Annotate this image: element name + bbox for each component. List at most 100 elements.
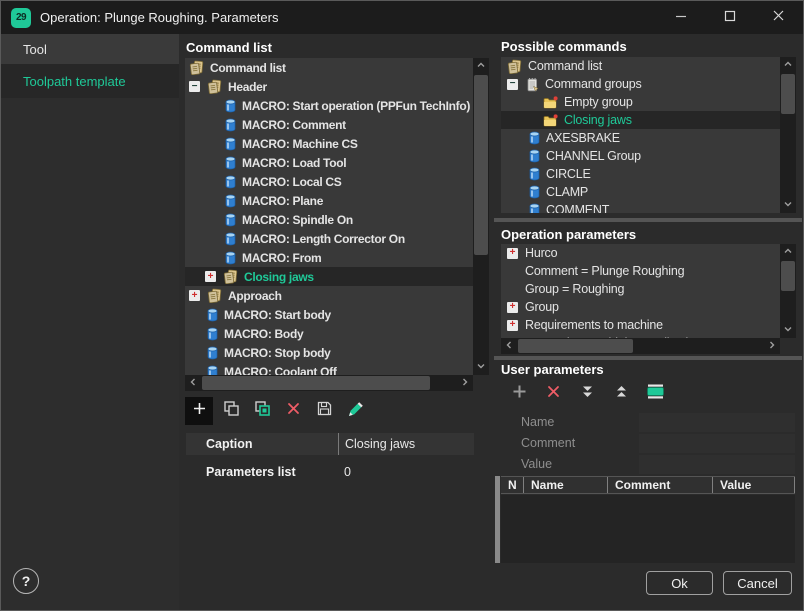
delete-button[interactable] <box>540 380 566 408</box>
add-button[interactable] <box>506 380 532 408</box>
maximize-button[interactable] <box>705 1 754 34</box>
ok-button[interactable]: Ok <box>646 571 713 595</box>
scroll-up-button[interactable] <box>473 58 489 74</box>
comment-input[interactable] <box>639 434 795 453</box>
scroll-right-button[interactable] <box>764 338 780 354</box>
tree-row[interactable]: −Header <box>185 77 473 96</box>
tree-row[interactable]: +Approach <box>185 286 473 305</box>
tree-row[interactable]: Command list <box>185 58 473 77</box>
property-row-parameters-list[interactable]: Parameters list 0 <box>186 461 474 483</box>
copy-button[interactable] <box>218 397 244 425</box>
tree-row[interactable]: MACRO: Spindle On <box>185 210 473 229</box>
titlebar[interactable]: 29 Operation: Plunge Roughing. Parameter… <box>1 1 803 34</box>
tree-row[interactable]: MACRO: Start body <box>185 305 473 324</box>
scroll-down-button[interactable] <box>780 322 796 338</box>
copy-with-contents-button[interactable] <box>249 397 275 425</box>
scroll-down-button[interactable] <box>473 359 489 375</box>
minimize-button[interactable] <box>656 1 705 34</box>
tree-row[interactable]: Comment = Plunge Roughing <box>501 262 780 280</box>
name-input[interactable] <box>639 413 795 432</box>
collapse-icon[interactable]: − <box>189 81 200 92</box>
splitter-grip[interactable] <box>495 476 500 563</box>
move-down-button[interactable] <box>574 380 600 408</box>
column-header[interactable]: N <box>501 477 524 493</box>
tree-row[interactable]: Closing jaws <box>501 111 780 129</box>
tree-row[interactable]: + Requirements to machine <box>501 316 780 334</box>
tree-row[interactable]: MACRO: Local CS <box>185 172 473 191</box>
macro-icon <box>225 118 236 132</box>
cancel-button[interactable]: Cancel <box>723 571 792 595</box>
tree-row[interactable]: MACRO: Comment <box>185 115 473 134</box>
tree-item-label: Group = Roughing <box>525 282 624 296</box>
tree-row[interactable]: +Closing jaws <box>185 267 473 286</box>
column-header[interactable]: Comment <box>608 477 713 493</box>
tree-row[interactable]: MACRO: From <box>185 248 473 267</box>
scroll-right-button[interactable] <box>457 375 473 391</box>
tree-item-label: Closing jaws <box>564 113 632 127</box>
sidebar-item-tool[interactable]: Tool <box>1 34 179 64</box>
scroll-up-button[interactable] <box>780 57 796 73</box>
tree-row[interactable]: Empty group <box>501 93 780 111</box>
select-row-button[interactable] <box>642 380 668 408</box>
scrollbar-thumb[interactable] <box>202 376 430 390</box>
edit-button[interactable] <box>342 397 368 425</box>
scrollbar-thumb[interactable] <box>474 75 488 255</box>
value-input[interactable] <box>639 455 795 474</box>
scroll-left-button[interactable] <box>185 375 201 391</box>
sidebar: Tool Toolpath template ? <box>1 34 179 610</box>
tree-row[interactable]: Group = Roughing <box>501 280 780 298</box>
tree-row[interactable]: +Hurco <box>501 244 780 262</box>
scrollbar-thumb[interactable] <box>781 74 795 114</box>
tree-row[interactable]: MACRO: Body <box>185 324 473 343</box>
user-parameters-table-body[interactable] <box>501 495 795 563</box>
help-button[interactable]: ? <box>13 568 39 594</box>
app-logo-icon: 29 <box>11 8 31 28</box>
tree-row[interactable]: MACRO: Load Tool <box>185 153 473 172</box>
expand-icon[interactable]: + <box>507 248 518 259</box>
scroll-left-button[interactable] <box>501 338 517 354</box>
tree-row[interactable]: MACRO: Plane <box>185 191 473 210</box>
sidebar-item-toolpath-template[interactable]: Toolpath template <box>1 64 179 98</box>
tree-row[interactable]: AXESBRAKE <box>501 129 780 147</box>
column-header[interactable]: Name <box>524 477 608 493</box>
tree-row[interactable]: Command list <box>501 57 780 75</box>
tree-row[interactable]: CIRCLE <box>501 165 780 183</box>
add-button[interactable] <box>185 397 213 425</box>
collapse-icon[interactable]: − <box>507 79 518 90</box>
expand-icon[interactable]: + <box>205 271 216 282</box>
horizontal-splitter[interactable] <box>494 356 802 360</box>
property-value[interactable]: Closing jaws <box>338 433 474 455</box>
scroll-up-button[interactable] <box>780 244 796 260</box>
vertical-scrollbar[interactable] <box>780 57 796 213</box>
scrollbar-thumb[interactable] <box>781 261 795 291</box>
save-button[interactable] <box>311 397 337 425</box>
column-header[interactable]: Value <box>713 477 795 493</box>
scrollbar-thumb[interactable] <box>518 339 633 353</box>
expand-icon[interactable]: + <box>507 302 518 313</box>
macro-icon <box>529 149 540 163</box>
tree-row[interactable]: COMMENT <box>501 201 780 213</box>
tree-row[interactable]: MACRO: Length Corrector On <box>185 229 473 248</box>
tree-row[interactable]: MACRO: Coolant Off <box>185 362 473 375</box>
tree-item-label: Requirements to machine <box>525 318 663 332</box>
tree-row[interactable]: +Group <box>501 298 780 316</box>
tree-row[interactable]: CLAMP <box>501 183 780 201</box>
horizontal-scrollbar[interactable] <box>185 375 473 391</box>
tree-row[interactable]: MACRO: Start operation (PPFun TechInfo) <box>185 96 473 115</box>
tree-row[interactable]: MACRO: Machine CS <box>185 134 473 153</box>
tree-row[interactable]: −Command groups <box>501 75 780 93</box>
tree-item-label: CHANNEL Group <box>546 149 641 163</box>
expand-icon[interactable]: + <box>507 320 518 331</box>
tree-row[interactable]: MACRO: Stop body <box>185 343 473 362</box>
horizontal-scrollbar[interactable] <box>501 338 780 354</box>
property-row-caption[interactable]: Caption Closing jaws <box>186 433 474 455</box>
tree-row[interactable]: CHANNEL Group <box>501 147 780 165</box>
vertical-scrollbar[interactable] <box>780 244 796 338</box>
scroll-down-button[interactable] <box>780 197 796 213</box>
move-up-button[interactable] <box>608 380 634 408</box>
expand-icon[interactable]: + <box>189 290 200 301</box>
close-button[interactable] <box>754 1 803 34</box>
horizontal-splitter[interactable] <box>494 218 802 222</box>
delete-button[interactable] <box>280 397 306 425</box>
vertical-scrollbar[interactable] <box>473 58 489 375</box>
